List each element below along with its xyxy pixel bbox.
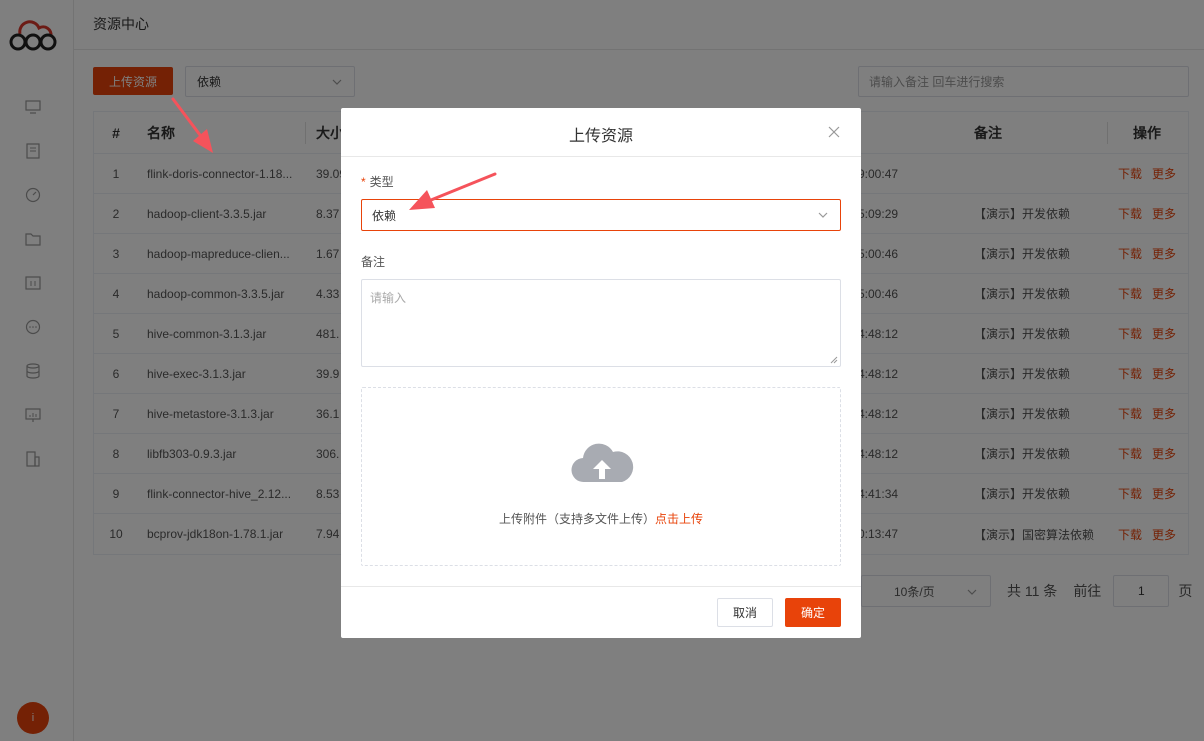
confirm-button[interactable]: 确定 [785, 598, 841, 627]
note-field-label: 备注 [361, 255, 386, 269]
dialog-footer-divider [341, 586, 861, 587]
annotation-arrow-icon [171, 97, 213, 153]
annotation-arrow-icon [409, 172, 497, 210]
dropzone-hint: 上传附件（支持多文件上传） [498, 512, 655, 526]
note-placeholder: 请输入 [370, 291, 407, 305]
type-select-value: 依赖 [372, 208, 397, 223]
dialog-title: 上传资源 [568, 128, 633, 145]
dropzone-text: 上传附件（支持多文件上传）点击上传 [362, 510, 840, 527]
cloud-upload-icon [571, 443, 634, 483]
resize-grip-icon[interactable] [830, 356, 838, 364]
click-upload-link[interactable]: 点击上传 [655, 512, 703, 526]
required-mark: * [361, 175, 366, 189]
type-label-text: 类型 [369, 175, 394, 189]
dialog-divider [341, 156, 861, 157]
note-textarea[interactable]: 请输入 [361, 279, 841, 367]
close-icon[interactable] [827, 125, 841, 139]
type-field-label: * 类型 [361, 173, 394, 190]
chevron-down-icon [818, 212, 828, 218]
cancel-button[interactable]: 取消 [717, 598, 773, 627]
upload-dropzone[interactable]: 上传附件（支持多文件上传）点击上传 [361, 387, 841, 566]
